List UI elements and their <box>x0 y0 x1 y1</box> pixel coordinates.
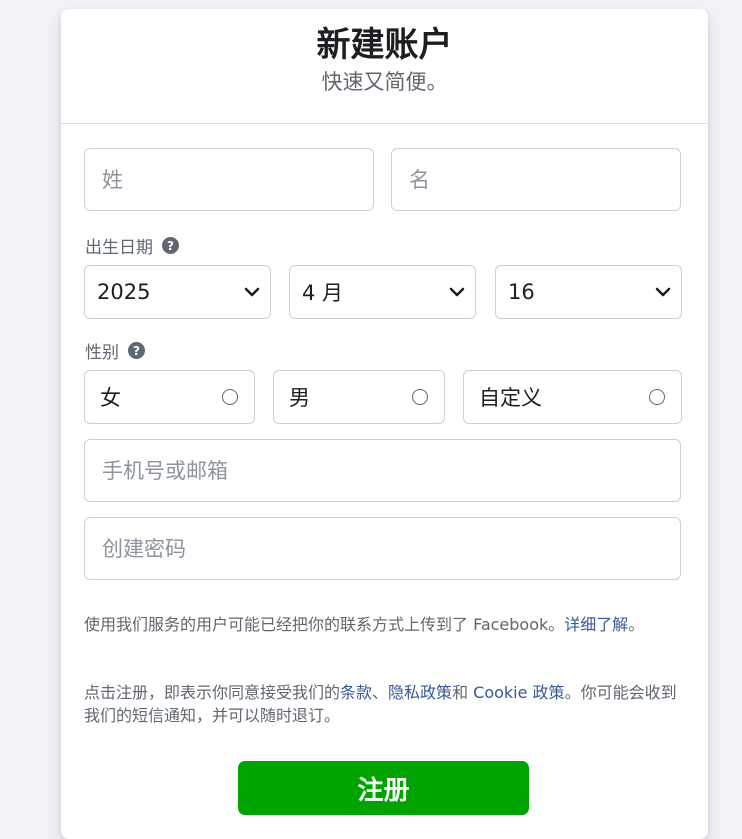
signup-button[interactable]: 注册 <box>238 761 529 815</box>
contact-upload-notice: 使用我们服务的用户可能已经把你的联系方式上传到了 Facebook。详细了解。 <box>84 613 684 636</box>
signup-header: 新建账户 快速又简便。 <box>61 9 708 124</box>
last-name-field[interactable] <box>84 148 374 211</box>
gender-option-label: 自定义 <box>479 386 542 410</box>
learn-more-link[interactable]: 详细了解 <box>564 615 628 634</box>
contact-upload-text: 使用我们服务的用户可能已经把你的联系方式上传到了 Facebook。 <box>84 615 565 634</box>
birth-day-value: 16 <box>508 280 535 304</box>
birthday-label-row: 出生日期 ? <box>85 233 179 258</box>
terms-link[interactable]: 条款 <box>340 683 372 702</box>
terms-notice: 点击注册，即表示你同意接受我们的条款、隐私政策和 Cookie 政策。你可能会收… <box>84 681 684 727</box>
new-password-input[interactable] <box>85 518 680 579</box>
radio-empty-icon[interactable] <box>412 389 428 405</box>
mobile-or-email-input[interactable] <box>85 440 680 501</box>
gender-label-row: 性别 ? <box>85 338 145 363</box>
page-title: 新建账户 <box>316 25 453 65</box>
contact-field[interactable] <box>84 439 681 502</box>
cookie-policy-link[interactable]: Cookie 政策 <box>473 683 564 702</box>
first-name-input[interactable] <box>392 149 680 210</box>
gender-option-male[interactable]: 男 <box>273 370 445 424</box>
last-name-input[interactable] <box>85 149 373 210</box>
radio-empty-icon[interactable] <box>222 389 238 405</box>
birth-month-select[interactable]: 4 月 <box>289 265 476 319</box>
page-subtitle: 快速又简便。 <box>321 70 448 94</box>
privacy-policy-link[interactable]: 隐私政策 <box>388 683 452 702</box>
gender-option-female[interactable]: 女 <box>84 370 255 424</box>
notice-period: 。 <box>628 615 645 634</box>
password-field[interactable] <box>84 517 681 580</box>
gender-option-custom[interactable]: 自定义 <box>463 370 682 424</box>
radio-empty-icon[interactable] <box>649 389 665 405</box>
chevron-down-icon <box>449 287 465 297</box>
help-circle-icon[interactable]: ? <box>162 237 179 254</box>
chevron-down-icon <box>244 287 260 297</box>
gender-label: 性别 <box>85 343 119 363</box>
first-name-field[interactable] <box>391 148 681 211</box>
terms-separator: 、 <box>372 683 389 702</box>
chevron-down-icon <box>655 287 671 297</box>
birth-day-select[interactable]: 16 <box>495 265 682 319</box>
help-circle-icon[interactable]: ? <box>128 342 145 359</box>
gender-option-label: 女 <box>100 386 121 410</box>
terms-prefix: 点击注册，即表示你同意接受我们的 <box>84 683 341 702</box>
gender-option-label: 男 <box>289 386 310 410</box>
terms-and: 和 <box>452 683 474 702</box>
birth-year-value: 2025 <box>97 280 151 304</box>
birth-month-value: 4 月 <box>302 281 344 305</box>
birth-year-select[interactable]: 2025 <box>84 265 271 319</box>
birthday-label: 出生日期 <box>85 238 153 258</box>
